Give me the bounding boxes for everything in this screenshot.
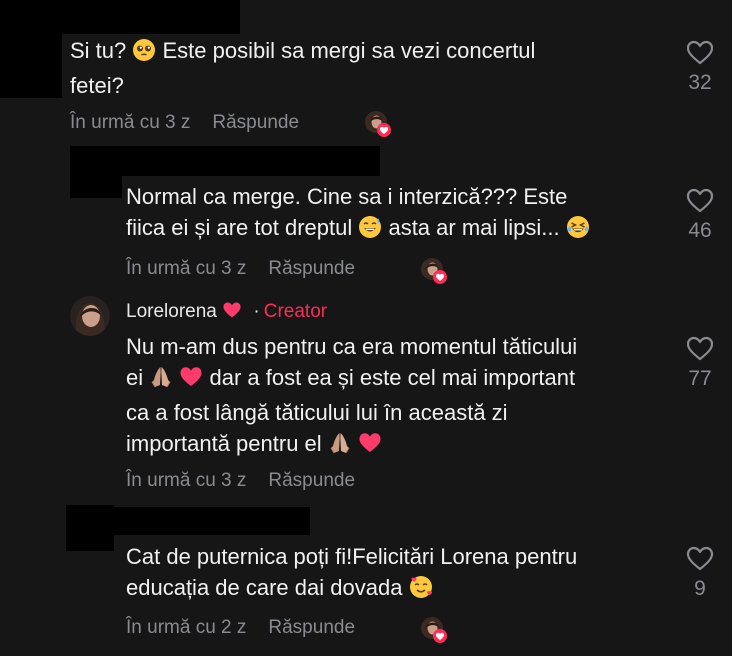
comment-text: Normal ca merge. Cine sa i interzică??? … (126, 181, 590, 247)
comment-time: În urmă cu 3 z (126, 470, 247, 491)
author-name[interactable]: Lorelorena (126, 301, 217, 322)
redacted-username (62, 0, 240, 34)
redacted-username (122, 146, 380, 176)
comment-time: În urmă cu 3 z (126, 258, 247, 279)
reply-button[interactable]: Răspunde (268, 617, 355, 638)
pleading-face-emoji (132, 38, 156, 70)
comment-author: Lorelorena · Creator (126, 301, 327, 323)
creator-avatar[interactable] (70, 296, 110, 336)
creator-liked-icon (364, 110, 392, 138)
heart-outline-icon (686, 546, 714, 571)
heart-emoji (179, 365, 203, 397)
comment-text-line: Cat de puternica poți fi!Felicitări Lore… (126, 544, 578, 569)
heart-icon (223, 302, 241, 318)
grinning-sweat-face-emoji (358, 215, 382, 247)
comment-text-line: Si tu? Este posibil sa mergi sa vezi con… (70, 35, 535, 70)
reply-button[interactable]: Răspunde (268, 470, 355, 491)
comment-text-line: fetei? (70, 73, 124, 98)
comment-text-line: fiica ei și are tot dreptul asta ar mai … (126, 212, 590, 247)
comment-text-line: ca a fost lângă tăticului lui în această… (126, 400, 508, 425)
comment-text-line: ei dar a fost ea și este cel mai importa… (126, 362, 577, 397)
redacted-avatar (66, 505, 114, 551)
smiling-face-with-hearts-emoji (409, 575, 433, 607)
redacted-avatar (70, 146, 122, 198)
creator-liked-icon (420, 257, 448, 285)
comment-meta: În urmă cu 3 z Răspunde (126, 470, 355, 492)
like-count: 77 (688, 367, 712, 390)
comment-meta: În urmă cu 3 z Răspunde (70, 112, 299, 134)
like-button[interactable]: 46 (680, 188, 720, 243)
heart-emoji (358, 431, 382, 463)
comment-text-line: Normal ca merge. Cine sa i interzică??? … (126, 184, 568, 209)
comment-text: Cat de puternica poți fi!Felicitări Lore… (126, 541, 577, 607)
comment-text: Nu m-am dus pentru ca era momentul tătic… (126, 331, 577, 463)
creator-liked-icon (420, 616, 448, 644)
like-button[interactable]: 32 (680, 40, 720, 95)
redacted-username (114, 507, 310, 535)
comment-text-line: educația de care dai dovada (126, 572, 577, 607)
comment-time: În urmă cu 2 z (126, 617, 247, 638)
folded-hands-emoji (328, 431, 352, 463)
heart-outline-icon (686, 188, 714, 213)
comment-meta: În urmă cu 2 z Răspunde (126, 617, 355, 639)
like-count: 9 (694, 577, 706, 600)
separator-dot: · (253, 301, 260, 322)
reply-button[interactable]: Răspunde (212, 112, 299, 133)
comment-text-line: Nu m-am dus pentru ca era momentul tătic… (126, 334, 578, 359)
reply-button[interactable]: Răspunde (268, 258, 355, 279)
heart-outline-icon (686, 40, 714, 65)
like-count: 32 (688, 71, 712, 94)
redacted-avatar (0, 0, 62, 98)
comment-meta: În urmă cu 3 z Răspunde (126, 258, 355, 280)
laughing-face-emoji (566, 215, 590, 247)
like-button[interactable]: 77 (680, 336, 720, 391)
folded-hands-emoji (149, 365, 173, 397)
like-count: 46 (688, 219, 712, 242)
heart-outline-icon (686, 336, 714, 361)
comment-time: În urmă cu 3 z (70, 112, 191, 133)
comment-text: Si tu? Este posibil sa mergi sa vezi con… (70, 35, 535, 101)
creator-badge: Creator (263, 301, 328, 322)
like-button[interactable]: 9 (680, 546, 720, 601)
comment-text-line: importantă pentru el (126, 428, 577, 463)
